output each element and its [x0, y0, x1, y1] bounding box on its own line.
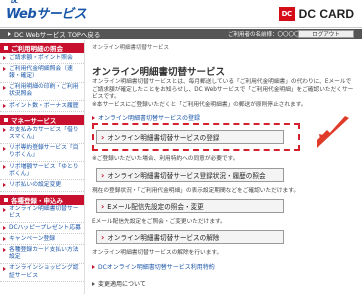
sidebar-section-heading-label: 各種登録・申込み: [11, 196, 63, 205]
arrow-right-icon: [3, 266, 6, 271]
chevron-right-icon: ›: [101, 170, 105, 180]
arrow-right-icon: [3, 128, 6, 133]
dc-brand-text: DC CARD: [298, 7, 354, 21]
sidebar-item[interactable]: DCハッピープレゼント応募: [0, 223, 84, 235]
chevron-right-icon: ›: [101, 201, 105, 211]
sidebar-item[interactable]: お支払みカサービス「借りスマくん」: [0, 125, 84, 144]
header: DC Webサービス DC DC CARD: [0, 0, 362, 28]
square-bullet-icon: [4, 197, 8, 202]
status-history-button-label: オンライン明細書切替サービス登録状況・履歴の照会: [107, 172, 266, 180]
arrow-down-icon: [92, 281, 95, 286]
sidebar-item-label: DCハッピープレゼント応募: [9, 224, 81, 231]
sidebar-item[interactable]: リボ払いの設定変更: [0, 180, 84, 192]
top-nav-bar: DC Webサービス TOPへ戻る ご利用者の名前様：〇〇〇〇様 ログアウト: [0, 29, 362, 39]
logo-text: Webサービス: [6, 7, 87, 22]
dc-brand-mark: DC: [278, 7, 295, 21]
sidebar-item-label: お支払みカサービス「借りスマくん」: [9, 126, 79, 140]
sidebar-item-label: ご利用明細の印刷・ご利用状況照会: [9, 84, 79, 98]
register-note: ※ご登録いただいた場合、利用特約への同意が必要です。: [92, 156, 239, 162]
terms-link-label: オンライン明細書切替サービスの登録: [98, 115, 201, 122]
sidebar-item[interactable]: キャンペーン登録: [0, 234, 84, 246]
sidebar-section-heading-label: ご利用明細の照会: [11, 45, 63, 53]
arrow-right-icon: [3, 104, 6, 109]
chevron-right-icon: ›: [101, 132, 105, 142]
sidebar-item[interactable]: リボ専約登録サービス「目りボくん」: [0, 144, 84, 163]
arrow-right-icon: [92, 264, 95, 269]
arrow-right-icon: [3, 237, 6, 242]
sidebar-section-heading: 各種登録・申込み: [0, 194, 84, 205]
sidebar-item[interactable]: ご請求額・ポイント照会: [0, 53, 84, 65]
sidebar-item-label: キャンペーン登録: [9, 235, 56, 242]
chevron-right-icon: ›: [101, 232, 105, 242]
arrow-right-icon: [92, 115, 95, 120]
sidebar-item-label: オンラインショッピング認証サービス: [9, 265, 79, 279]
arrow-right-icon: [3, 56, 6, 60]
cancel-note: オンライン明細書切替サービスの解除を行います。: [92, 250, 223, 256]
sidebar: ご利用明細の照会 ご請求額・ポイント照会ご利用代金明細照会（速報・確定） ご利用明細…: [0, 40, 85, 294]
arrow-right-icon: [3, 226, 6, 231]
sidebar-item-label: リボ払いの設定変更: [9, 181, 62, 188]
sidebar-item[interactable]: 各種登録カード支払い方法設定: [0, 245, 84, 264]
service-description: オンライン明細書切替サービスとは、毎月郵送している「ご利用代金明細書」の代わりに…: [92, 79, 356, 109]
cancel-service-button[interactable]: › オンライン明細書切替サービスの解除: [96, 230, 284, 244]
arrow-right-icon: [3, 67, 6, 72]
sidebar-item[interactable]: ポイント数・ボーナス履歴: [0, 101, 84, 113]
sidebar-item-label: リボ専約登録サービス「目りボくん」: [9, 145, 79, 159]
arrow-right-icon: [3, 248, 6, 253]
cancel-service-button-label: オンライン明細書切替サービスの解除: [107, 234, 220, 242]
description-text: オンライン明細書切替サービスとは、毎月郵送している「ご利用代金明細書」の代わりに…: [92, 79, 354, 100]
sidebar-item-label: ポイント数・ボーナス履歴: [9, 102, 79, 109]
sidebar-item[interactable]: オンラインショッピング認証サービス: [0, 264, 84, 283]
pointer-arrow-icon: [317, 116, 349, 148]
dc-card-logo: DC DC CARD: [278, 6, 354, 22]
terms-bottom-link[interactable]: DCオンライン明細書切替サービス利用特約: [92, 262, 215, 271]
arrow-right-icon: [3, 85, 6, 90]
sidebar-item-label: オンライン明細書切替サービス: [9, 206, 79, 220]
sidebar-item[interactable]: リボ増額サービス「ゆとりボくん」: [0, 162, 84, 181]
terms-link[interactable]: オンライン明細書切替サービスの登録: [92, 113, 200, 122]
status-note: 現在の登録状況・「ご利用代金明細」の表示設定期間などをご確認いただけます。: [92, 188, 300, 194]
square-bullet-icon: [4, 46, 8, 50]
square-bullet-icon: [4, 118, 8, 123]
arrow-right-icon: [8, 32, 11, 36]
logout-button[interactable]: ログアウト: [298, 30, 354, 38]
register-button[interactable]: › オンライン明細書切替サービスの登録: [96, 130, 284, 144]
status-history-button[interactable]: › オンライン明細書切替サービス登録状況・履歴の照会: [96, 168, 284, 182]
changes-label: 変更適用について: [98, 281, 146, 288]
email-settings-button[interactable]: › Eメール配信先設定の照会・変更: [96, 199, 284, 213]
email-settings-button-label: Eメール配信先設定の照会・変更: [107, 203, 204, 211]
back-to-top-link[interactable]: DC Webサービス TOPへ戻る: [8, 29, 100, 39]
sidebar-section-heading-label: マネーサービス: [11, 117, 57, 126]
page: DC Webサービス DC DC CARD DC Webサービス TOPへ戻る …: [0, 0, 362, 294]
sidebar-item-label: ご利用代金明細照会（速報・確定）: [9, 65, 73, 79]
page-title: オンライン明細書切替サービス: [92, 67, 226, 78]
sidebar-item[interactable]: ご利用明細の印刷・ご利用状況照会: [0, 83, 84, 102]
sidebar-item-label: 各種登録カード支払い方法設定: [9, 246, 79, 261]
register-button-label: オンライン明細書切替サービスの登録: [107, 134, 220, 142]
changes-heading: 変更適用について: [92, 279, 146, 288]
arrow-right-icon: [3, 146, 6, 151]
email-note: Eメール配信先設定をご照会・ご変更いただけます。: [92, 219, 226, 225]
arrow-right-icon: [3, 165, 6, 170]
sidebar-section-heading: ご利用明細の照会: [0, 43, 84, 53]
description-note: ※本サービスにご登録いただくと「ご利用代金明細書」の郵送が原則停止されます。: [92, 101, 307, 108]
sidebar-item-label: ご請求額・ポイント照会: [9, 54, 73, 61]
sidebar-item[interactable]: ご利用代金明細照会（速報・確定）: [0, 64, 84, 83]
sidebar-section-heading: マネーサービス: [0, 115, 84, 126]
breadcrumb: オンライン明細書切替サービス: [92, 45, 170, 51]
sidebar-item-label: リボ増額サービス「ゆとりボくん」: [9, 163, 79, 177]
terms-bottom-link-label: DCオンライン明細書切替サービス利用特約: [98, 264, 215, 271]
dc-web-logo[interactable]: DC Webサービス: [6, 0, 87, 22]
arrow-right-icon: [3, 183, 6, 188]
back-to-top-label: DC Webサービス TOPへ戻る: [14, 31, 101, 39]
logo-sup: DC: [11, 0, 18, 5]
user-name-text: ご利用者の名前様：〇〇〇〇様: [228, 32, 306, 38]
sidebar-item[interactable]: オンライン明細書切替サービス: [0, 205, 84, 224]
arrow-right-icon: [3, 207, 6, 212]
